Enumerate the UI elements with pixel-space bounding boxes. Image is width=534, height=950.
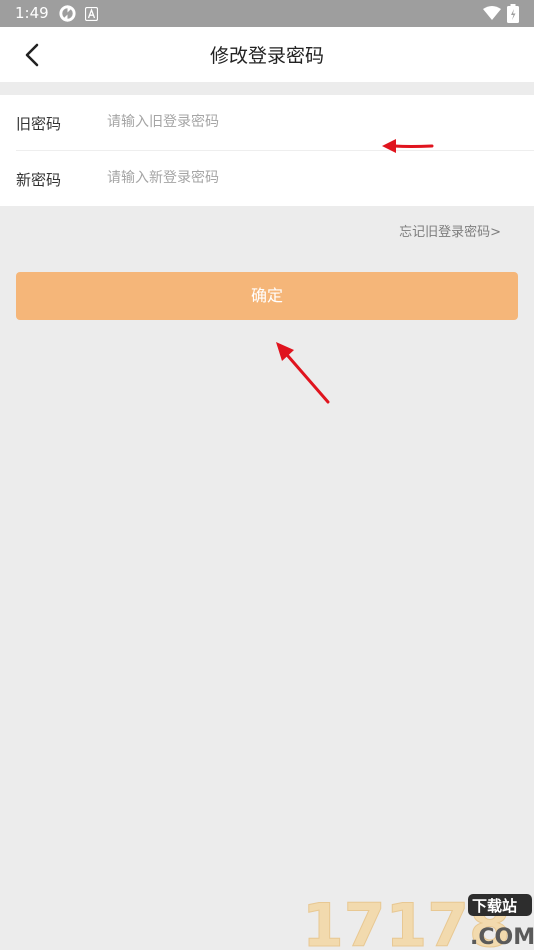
new-password-label: 新密码 [16,171,62,189]
svg-text:.COM: .COM [470,925,534,950]
new-password-input[interactable] [107,163,507,193]
new-password-row: 新密码 [0,151,534,206]
annotation-arrow-icon [276,342,330,404]
status-time: 1:49 [15,4,49,22]
password-form: 旧密码 新密码 [0,95,534,206]
battery-icon [507,4,519,27]
wifi-icon [483,6,501,25]
site-watermark-logo: 17178 下载站 .COM [302,891,534,950]
status-bar: 1:49 [0,0,534,27]
old-password-row: 旧密码 [0,95,534,151]
old-password-label: 旧密码 [16,115,62,133]
forgot-password-link[interactable]: 忘记旧登录密码> [399,221,501,240]
annotation-arrow-icon [382,139,434,153]
svg-text:下载站: 下载站 [472,897,517,915]
page-title: 修改登录密码 [209,45,324,67]
confirm-button[interactable]: 确定 [16,272,518,320]
sync-icon [58,4,77,27]
app-bar: 修改登录密码 [0,27,534,82]
old-password-input[interactable] [107,107,507,137]
a-notification-icon [84,6,99,25]
